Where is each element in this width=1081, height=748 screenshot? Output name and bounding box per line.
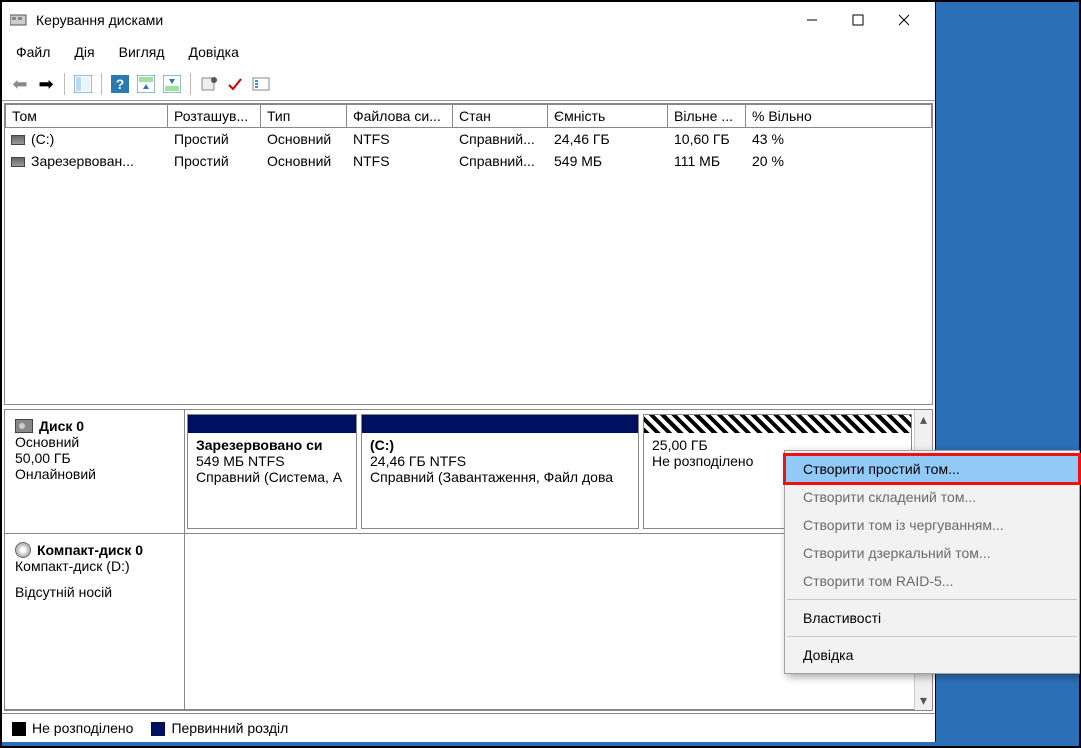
cdrom-icon: [15, 542, 31, 558]
volume-type: Основний: [261, 130, 347, 148]
volume-capacity: 549 МБ: [548, 152, 668, 170]
maximize-button[interactable]: [835, 4, 881, 36]
volume-pct: 20 %: [746, 152, 856, 170]
partition-info: 549 МБ NTFS: [196, 453, 348, 469]
partition-header: [188, 415, 356, 433]
partition-header: [362, 415, 638, 433]
disk-name: Диск 0: [39, 418, 84, 434]
menu-separator: [787, 599, 1077, 600]
toolbar: ⬅ ➡ ?: [2, 68, 935, 101]
disk-icon: [11, 157, 25, 167]
menu-action[interactable]: Дія: [68, 42, 100, 62]
col-percent-free[interactable]: % Вільно: [746, 104, 932, 128]
ctx-create-striped-volume[interactable]: Створити том із чергуванням...: [785, 511, 1079, 539]
volume-name: Зарезервован...: [31, 153, 134, 169]
volume-row[interactable]: Зарезервован... Простий Основний NTFS Сп…: [5, 150, 932, 172]
volume-pct: 43 %: [746, 130, 856, 148]
scroll-down-icon[interactable]: ▾: [915, 692, 932, 710]
scroll-up-icon[interactable]: ▴: [915, 410, 932, 428]
ctx-create-mirror-volume[interactable]: Створити дзеркальний том...: [785, 539, 1079, 567]
col-layout[interactable]: Розташув...: [168, 104, 261, 128]
view-top-button[interactable]: [134, 72, 158, 96]
partition[interactable]: Зарезервовано си 549 МБ NTFS Справний (С…: [187, 414, 357, 529]
swatch-primary: [151, 722, 165, 736]
partition[interactable]: (C:) 24,46 ГБ NTFS Справний (Завантаженн…: [361, 414, 639, 529]
col-capacity[interactable]: Ємність: [548, 104, 668, 128]
toolbar-separator: [190, 73, 191, 95]
volume-fs: NTFS: [347, 130, 453, 148]
swatch-unallocated: [12, 722, 26, 736]
menu-view[interactable]: Вигляд: [113, 42, 171, 62]
list-button[interactable]: [249, 72, 273, 96]
volume-free: 111 МБ: [668, 152, 746, 170]
nav-forward-button[interactable]: ➡: [34, 72, 58, 96]
check-button[interactable]: [223, 72, 247, 96]
disk-row: Диск 0 Основний 50,00 ГБ Онлайновий Заре…: [5, 410, 914, 534]
partition-name: Зарезервовано си: [196, 437, 348, 453]
minimize-button[interactable]: [789, 4, 835, 36]
nav-back-button[interactable]: ⬅: [8, 72, 32, 96]
col-type[interactable]: Тип: [261, 104, 347, 128]
ctx-help[interactable]: Довідка: [785, 641, 1079, 669]
disk-state: Відсутній носій: [15, 584, 174, 600]
volume-free: 10,60 ГБ: [668, 130, 746, 148]
context-menu: Створити простий том... Створити складен…: [784, 450, 1080, 674]
legend-unallocated: Не розподілено: [32, 720, 133, 736]
show-hide-tree-button[interactable]: [71, 72, 95, 96]
disk-row: Компакт-диск 0 Компакт-диск (D:) Відсутн…: [5, 534, 914, 710]
legend: Не розподілено Первинний розділ: [2, 713, 935, 742]
volume-name: (C:): [31, 131, 54, 147]
volume-list: Том Розташув... Тип Файлова си... Стан Є…: [4, 103, 933, 405]
disk-type: Основний: [15, 434, 174, 450]
menu-file[interactable]: Файл: [10, 42, 56, 62]
volume-fs: NTFS: [347, 152, 453, 170]
legend-primary: Первинний розділ: [171, 720, 288, 736]
toolbar-separator: [101, 73, 102, 95]
titlebar: Керування дисками: [2, 2, 935, 38]
ctx-create-simple-volume[interactable]: Створити простий том...: [785, 455, 1079, 483]
partition-status: Справний (Система, А: [196, 469, 348, 485]
volume-status: Справний...: [453, 130, 548, 148]
svg-text:?: ?: [116, 76, 125, 92]
col-volume[interactable]: Том: [5, 104, 168, 128]
ctx-properties[interactable]: Властивості: [785, 604, 1079, 632]
volume-status: Справний...: [453, 152, 548, 170]
menubar: Файл Дія Вигляд Довідка: [2, 38, 935, 68]
menu-separator: [787, 636, 1077, 637]
disk-state: Онлайновий: [15, 466, 174, 482]
disk-name: Компакт-диск 0: [37, 542, 143, 558]
col-free[interactable]: Вільне ...: [668, 104, 746, 128]
disk-info[interactable]: Диск 0 Основний 50,00 ГБ Онлайновий: [5, 410, 185, 533]
menu-help[interactable]: Довідка: [183, 42, 245, 62]
window-title: Керування дисками: [36, 12, 163, 28]
volume-type: Основний: [261, 152, 347, 170]
close-button[interactable]: [881, 4, 927, 36]
ctx-create-raid5-volume[interactable]: Створити том RAID-5...: [785, 567, 1079, 595]
volume-layout: Простий: [168, 130, 261, 148]
disk-drive: Компакт-диск (D:): [15, 558, 174, 574]
partition-name: (C:): [370, 437, 630, 453]
col-status[interactable]: Стан: [453, 104, 548, 128]
toolbar-separator: [64, 73, 65, 95]
partition-status: Справний (Завантаження, Файл дова: [370, 469, 630, 485]
col-filesystem[interactable]: Файлова си...: [347, 104, 453, 128]
volume-list-header: Том Розташув... Тип Файлова си... Стан Є…: [5, 104, 932, 128]
view-bottom-button[interactable]: [160, 72, 184, 96]
volume-layout: Простий: [168, 152, 261, 170]
disk-info[interactable]: Компакт-диск 0 Компакт-диск (D:) Відсутн…: [5, 534, 185, 709]
disk-size: 50,00 ГБ: [15, 450, 174, 466]
volume-capacity: 24,46 ГБ: [548, 130, 668, 148]
help-button[interactable]: ?: [108, 72, 132, 96]
volume-row[interactable]: (C:) Простий Основний NTFS Справний... 2…: [5, 128, 932, 150]
properties-button[interactable]: [197, 72, 221, 96]
partition-header: [644, 415, 911, 433]
disk-icon: [11, 135, 25, 145]
app-icon: [10, 12, 28, 28]
ctx-create-spanned-volume[interactable]: Створити складений том...: [785, 483, 1079, 511]
partition-info: 24,46 ГБ NTFS: [370, 453, 630, 469]
harddisk-icon: [15, 419, 33, 433]
